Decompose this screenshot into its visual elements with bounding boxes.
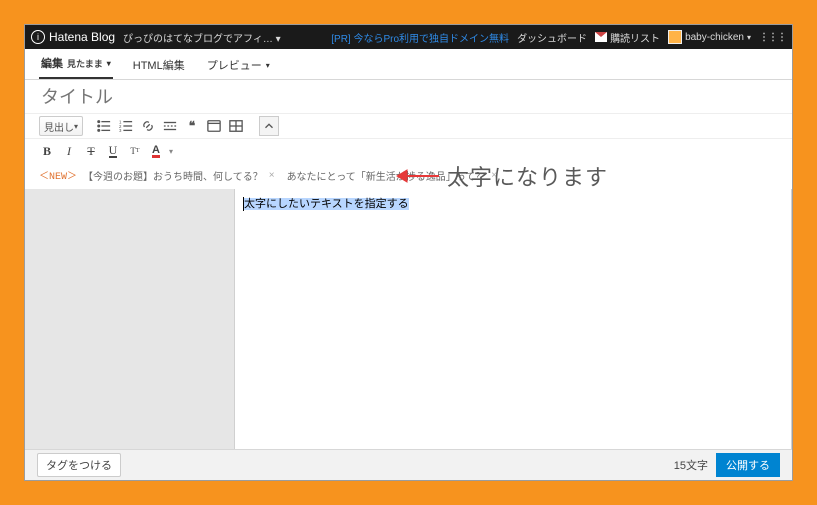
heading-select[interactable]: 見出し ▾ [39, 116, 83, 136]
expand-icon[interactable] [259, 116, 279, 136]
unordered-list-icon[interactable] [95, 117, 113, 135]
user-menu[interactable]: baby-chicken ▾ [668, 30, 751, 44]
suggestion-1[interactable]: 【今週のお題】おうち時間、何してる？ [83, 168, 263, 183]
toolbar-inline: B I T U TT A ▾ [25, 139, 792, 163]
topbar: i Hatena Blog ぴっぴのはてなブログでアフィ… ▾ [PR] 今なら… [25, 25, 792, 49]
editor-tabs: 編集 見たまま ▾ HTML編集 プレビュー ▾ [25, 49, 792, 80]
bold-button[interactable]: B [39, 143, 55, 159]
code-icon[interactable] [205, 117, 223, 135]
table-icon[interactable] [227, 117, 245, 135]
chevron-down-icon: ▾ [74, 122, 78, 131]
text-color-button[interactable]: A [149, 144, 163, 158]
chevron-down-icon: ▾ [266, 61, 270, 70]
char-count: 15文字 [674, 457, 708, 473]
tab-edit-sublabel: 見たまま [67, 57, 103, 70]
reading-list-label: 購読リスト [610, 30, 660, 45]
tab-preview-label: プレビュー [207, 57, 262, 73]
dashboard-link[interactable]: ダッシュボード [517, 30, 587, 45]
link-icon[interactable] [139, 117, 157, 135]
title-input[interactable] [39, 86, 782, 109]
hatena-icon: i [31, 30, 45, 44]
chevron-down-icon: ▾ [747, 33, 751, 42]
editor-area: 太字にしたいテキストを指定する [25, 189, 792, 449]
tab-edit[interactable]: 編集 見たまま ▾ [39, 55, 113, 79]
publish-button[interactable]: 公開する [716, 453, 780, 477]
add-tag-button[interactable]: タグをつける [37, 453, 121, 477]
chevron-down-icon[interactable]: ▾ [169, 147, 173, 156]
font-size-button[interactable]: TT [127, 143, 143, 159]
strike-button[interactable]: T [83, 143, 99, 159]
ordered-list-icon[interactable]: 123 [117, 117, 135, 135]
user-label: baby-chicken [685, 32, 744, 43]
brand-label: Hatena Blog [49, 30, 115, 44]
chevron-down-icon: ▾ [107, 59, 111, 68]
apps-icon[interactable]: ⋮⋮⋮ [759, 32, 786, 43]
avatar-icon [668, 30, 682, 44]
italic-button[interactable]: I [61, 143, 77, 159]
document-body[interactable]: 太字にしたいテキストを指定する [234, 189, 792, 449]
mail-icon [595, 32, 607, 42]
quote-icon[interactable]: ❝ [183, 117, 201, 135]
selected-text: 太字にしたいテキストを指定する [244, 198, 409, 210]
close-icon[interactable]: × [491, 170, 497, 181]
pr-link[interactable]: [PR] 今ならPro利用で独自ドメイン無料 [331, 30, 509, 45]
title-row [25, 80, 792, 113]
brand[interactable]: i Hatena Blog [31, 30, 115, 44]
tab-edit-label: 編集 [41, 55, 63, 71]
read-more-icon[interactable] [161, 117, 179, 135]
new-badge: ＜NEW＞ [39, 167, 77, 183]
toolbar-block: 見出し ▾ 123 ❝ [25, 113, 792, 139]
editor-gutter [25, 189, 234, 449]
topic-suggestions: ＜NEW＞ 【今週のお題】おうち時間、何してる？ × あなたにとって「新生活が捗る… [25, 163, 792, 189]
bottom-bar: タグをつける 15文字 公開する [25, 449, 792, 480]
blog-name-dropdown[interactable]: ぴっぴのはてなブログでアフィ… ▾ [123, 30, 281, 45]
close-icon[interactable]: × [269, 170, 275, 181]
reading-list-link[interactable]: 購読リスト [595, 30, 660, 45]
editor-window: i Hatena Blog ぴっぴのはてなブログでアフィ… ▾ [PR] 今なら… [24, 24, 793, 481]
heading-select-label: 見出し [44, 119, 74, 134]
underline-button[interactable]: U [105, 143, 121, 159]
svg-text:3: 3 [119, 128, 122, 133]
tab-html[interactable]: HTML編集 [131, 57, 187, 79]
tab-preview[interactable]: プレビュー ▾ [205, 57, 272, 79]
suggestion-2[interactable]: あなたにとって「新生活が捗る逸品」って？ [287, 168, 486, 183]
